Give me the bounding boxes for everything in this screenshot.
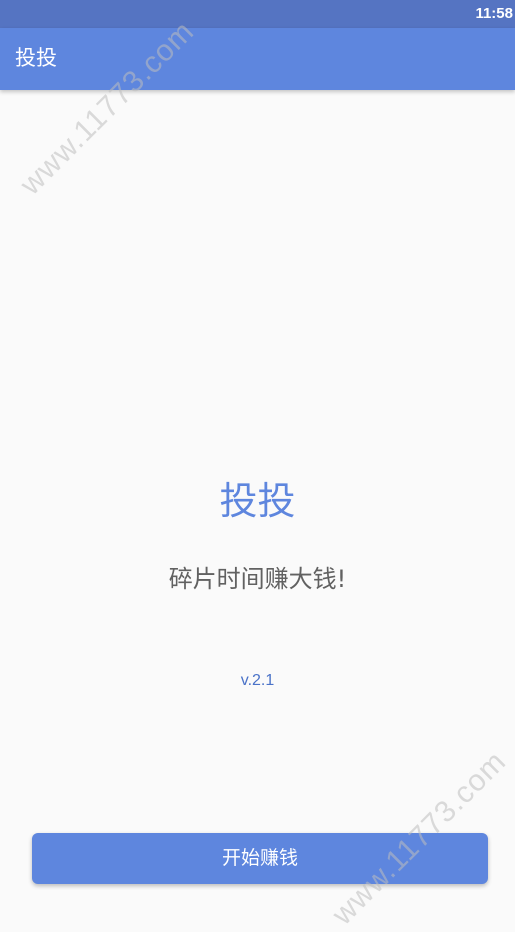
app-bar: 投投 [0, 28, 515, 90]
version-label: v.2.1 [240, 672, 275, 689]
status-bar: 11:58 [0, 0, 515, 28]
slogan-text: 碎片时间赚大钱! [168, 565, 347, 593]
app-bar-title: 投投 [15, 46, 57, 70]
start-earning-button[interactable]: 开始赚钱 [32, 833, 488, 884]
status-time: 11:58 [475, 5, 513, 22]
app-name: 投投 [219, 479, 296, 523]
splash-content: 投投 碎片时间赚大钱! v.2.1 开始赚钱 [0, 90, 515, 927]
